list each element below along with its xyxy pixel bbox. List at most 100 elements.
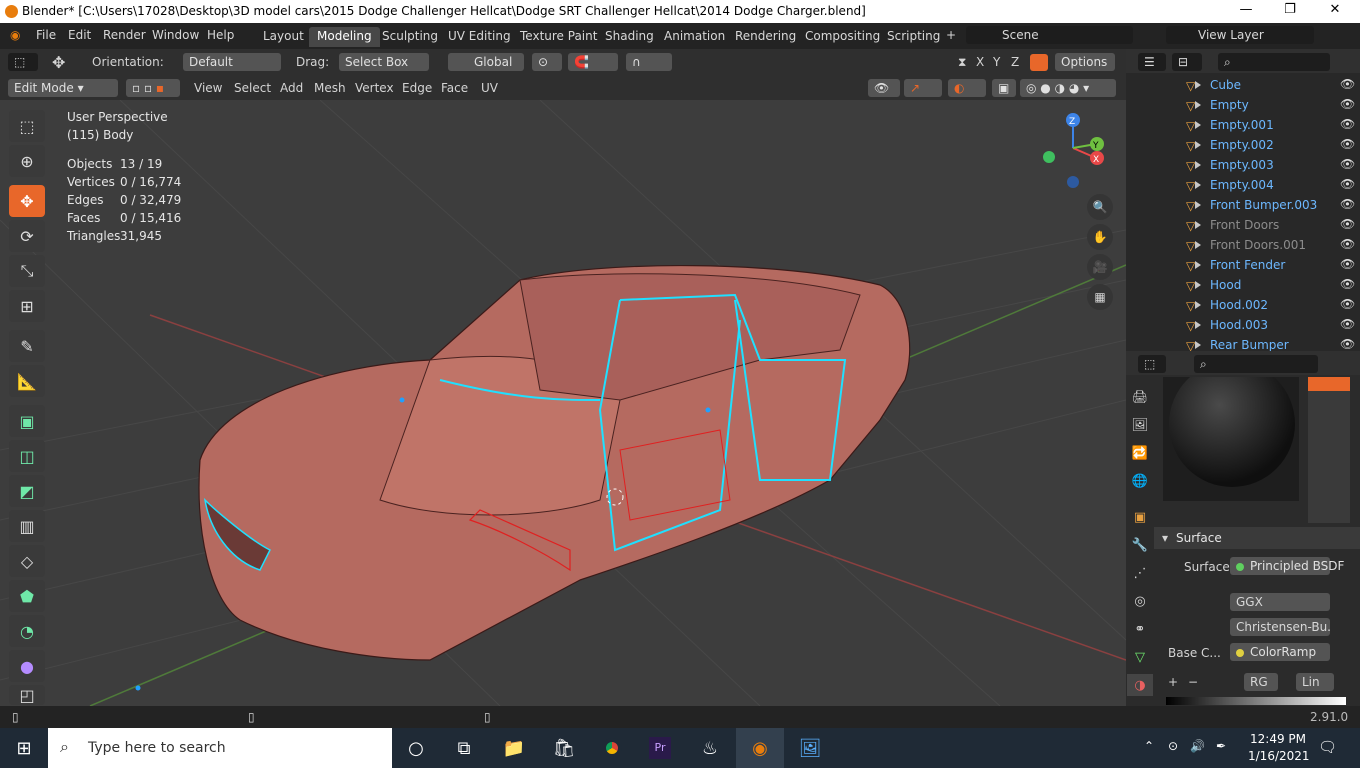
visibility-eye-icon[interactable]: 👁 — [1340, 137, 1355, 151]
visibility-eye-icon[interactable]: 👁 — [1340, 77, 1355, 91]
select-mode-buttons[interactable]: ▫ ▫ ▪ — [126, 79, 180, 97]
menu-select[interactable]: Select — [234, 81, 271, 95]
chrome-icon[interactable] — [588, 728, 636, 768]
menu-vertex[interactable]: Vertex — [355, 81, 394, 95]
tab-shading[interactable]: Shading — [597, 27, 662, 47]
particles-properties-icon[interactable]: ⋰ — [1127, 562, 1153, 584]
expand-icon[interactable] — [1195, 101, 1201, 109]
outliner-row[interactable]: ▽ Hood.003 👁 — [1126, 315, 1360, 335]
view-layer-selector[interactable]: View Layer — [1166, 26, 1314, 44]
outliner-row[interactable]: ▽ Cube 👁 — [1126, 75, 1360, 95]
material-properties-icon[interactable]: ◑ — [1127, 674, 1153, 696]
tab-compositing[interactable]: Compositing — [797, 27, 888, 47]
expand-icon[interactable] — [1195, 221, 1201, 229]
scene-selector[interactable]: Scene — [966, 26, 1133, 44]
surface-section-header[interactable]: ▾ Surface — [1154, 527, 1360, 549]
ramp-color-mode-dropdown[interactable]: RG — [1244, 673, 1278, 691]
transform-tool[interactable]: ⊞ — [9, 290, 45, 322]
premiere-icon[interactable]: Pr — [636, 728, 684, 768]
expand-icon[interactable] — [1195, 321, 1201, 329]
visibility-eye-icon[interactable]: 👁 — [1340, 117, 1355, 131]
visibility-eye-icon[interactable]: 👁 — [1340, 317, 1355, 331]
outliner-row[interactable]: ▽ Hood.002 👁 — [1126, 295, 1360, 315]
clock-date[interactable]: 1/16/2021 — [1248, 749, 1310, 763]
visibility-eye-icon[interactable]: 👁 — [1340, 97, 1355, 111]
move-tool[interactable]: ✥ — [9, 185, 45, 217]
steam-icon[interactable]: ♨ — [686, 728, 734, 768]
camera-icon[interactable]: 🎥 — [1087, 254, 1113, 280]
network-icon[interactable]: ⊙ — [1168, 739, 1178, 753]
scale-tool[interactable]: ⤡ — [9, 255, 45, 287]
expand-icon[interactable] — [1195, 161, 1201, 169]
taskbar-search-box[interactable]: ⌕ Type here to search — [48, 728, 392, 768]
orientation-dropdown[interactable]: Default — [183, 53, 281, 71]
expand-icon[interactable] — [1195, 301, 1201, 309]
xray-toggle[interactable]: ▣ — [992, 79, 1016, 97]
outliner-row[interactable]: ▽ Empty.003 👁 — [1126, 155, 1360, 175]
visibility-eye-icon[interactable]: 👁 — [1340, 337, 1355, 351]
data-properties-icon[interactable]: ▽ — [1127, 646, 1153, 668]
navigation-gizmo[interactable]: Z Y X — [1040, 110, 1110, 190]
knife-tool[interactable]: ◇ — [9, 545, 45, 577]
expand-icon[interactable] — [1195, 181, 1201, 189]
store-icon[interactable]: 🛍 — [540, 728, 588, 768]
pen-icon[interactable]: ✒ — [1216, 739, 1226, 753]
proportional-edit-toggle[interactable]: ∩ — [626, 53, 672, 71]
annotate-tool[interactable]: ✎ — [9, 330, 45, 362]
constraints-properties-icon[interactable]: ⚭ — [1127, 618, 1153, 640]
menu-render[interactable]: Render — [103, 28, 146, 42]
windows-start-icon[interactable]: ⊞ — [0, 728, 48, 768]
options-dropdown[interactable]: Options — [1055, 53, 1115, 71]
tab-sculpting[interactable]: Sculpting — [374, 27, 446, 47]
tab-scripting[interactable]: Scripting — [879, 27, 948, 47]
world-properties-icon[interactable]: 🌐 — [1127, 470, 1153, 492]
menu-edit[interactable]: Edit — [68, 28, 91, 42]
distribution-dropdown[interactable]: GGX — [1230, 593, 1330, 611]
snap-toggle[interactable]: 🧲 — [568, 53, 618, 71]
inset-tool[interactable]: ◫ — [9, 440, 45, 472]
cursor-tool[interactable]: ⊕ — [9, 145, 45, 177]
volume-icon[interactable]: 🔊 — [1190, 739, 1205, 753]
tab-uv-editing[interactable]: UV Editing — [440, 27, 519, 47]
outliner-display-mode[interactable]: ☰ — [1138, 53, 1166, 71]
close-icon[interactable]: ✕ — [1325, 2, 1345, 17]
subsurface-method-dropdown[interactable]: Christensen-Bu... — [1230, 618, 1330, 636]
mirror-x-toggle[interactable]: X — [976, 55, 984, 69]
pan-hand-icon[interactable]: ✋ — [1087, 224, 1113, 250]
menu-edge[interactable]: Edge — [402, 81, 432, 95]
photos-icon[interactable]: 🖼 — [786, 728, 834, 768]
ramp-interpolation-dropdown[interactable]: Lin — [1296, 673, 1334, 691]
drag-dropdown[interactable]: Select Box — [339, 53, 429, 71]
file-explorer-icon[interactable]: 📁 — [490, 728, 538, 768]
mirror-y-toggle[interactable]: Y — [993, 55, 1000, 69]
expand-icon[interactable] — [1195, 81, 1201, 89]
visibility-eye-icon[interactable]: 👁 — [1340, 237, 1355, 251]
ramp-remove-icon[interactable]: − — [1188, 675, 1198, 689]
transform-orientation-dropdown[interactable]: Global — [448, 53, 524, 71]
tab-animation[interactable]: Animation — [656, 27, 733, 47]
overlay-dropdown[interactable]: ◐ — [948, 79, 986, 97]
maximize-icon[interactable]: ❐ — [1280, 2, 1300, 17]
tab-layout[interactable]: Layout — [255, 27, 312, 47]
bevel-tool[interactable]: ◩ — [9, 475, 45, 507]
outliner-row[interactable]: ▽ Empty.002 👁 — [1126, 135, 1360, 155]
visibility-eye-icon[interactable]: 👁 — [1340, 297, 1355, 311]
outliner-row[interactable]: ▽ Empty 👁 — [1126, 95, 1360, 115]
outliner-row[interactable]: ▽ Front Fender 👁 — [1126, 255, 1360, 275]
visibility-eye-icon[interactable]: 👁 — [1340, 177, 1355, 191]
mirror-z-toggle[interactable]: Z — [1011, 55, 1019, 69]
rotate-tool[interactable]: ⟳ — [9, 220, 45, 252]
minimize-icon[interactable]: — — [1236, 2, 1256, 17]
poly-build-tool[interactable]: ⬟ — [9, 580, 45, 612]
surface-shader-button[interactable]: Principled BSDF — [1230, 557, 1344, 575]
auto-merge-icon[interactable] — [1030, 54, 1048, 71]
view-layer-properties-icon[interactable]: 🔁 — [1127, 442, 1153, 464]
tray-chevron-icon[interactable]: ⌃ — [1144, 739, 1154, 753]
menu-view[interactable]: View — [194, 81, 222, 95]
properties-editor-type[interactable]: ⬚ — [1138, 355, 1166, 373]
outliner-row[interactable]: ▽ Empty.001 👁 — [1126, 115, 1360, 135]
menu-file[interactable]: File — [36, 28, 56, 42]
grid-view-icon[interactable]: ▦ — [1087, 284, 1113, 310]
zoom-icon[interactable]: 🔍 — [1087, 194, 1113, 220]
expand-icon[interactable] — [1195, 201, 1201, 209]
